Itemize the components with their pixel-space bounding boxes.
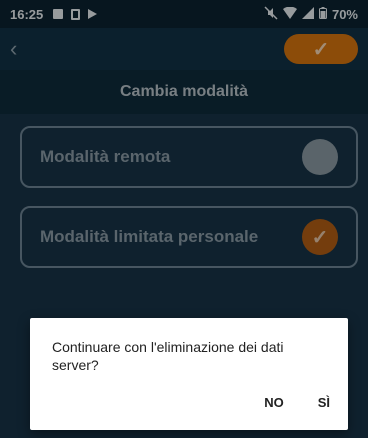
confirm-dialog: Continuare con l'eliminazione dei dati s… [30,318,348,430]
dialog-actions: NO SÌ [264,395,330,410]
no-button[interactable]: NO [264,395,284,410]
yes-button[interactable]: SÌ [318,395,330,410]
dialog-message: Continuare con l'eliminazione dei dati s… [52,339,284,373]
